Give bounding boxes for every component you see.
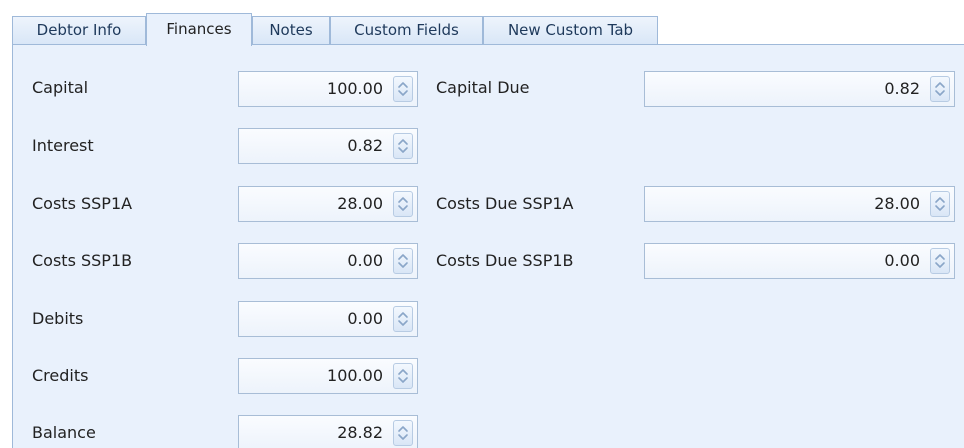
finances-window: Debtor Info Finances Notes Custom Fields… (0, 0, 964, 448)
spin-updown-icon (398, 82, 408, 96)
costs-due-ssp1a-field[interactable]: 28.00 (644, 186, 955, 222)
costs-ssp1a-spin-button[interactable] (393, 191, 413, 217)
costs-ssp1a-label: Costs SSP1A (32, 194, 133, 213)
costs-ssp1a-value: 28.00 (337, 194, 383, 213)
debits-value: 0.00 (347, 309, 383, 328)
credits-field[interactable]: 100.00 (238, 358, 418, 394)
balance-spin-button[interactable] (393, 420, 413, 446)
capital-spin-button[interactable] (393, 76, 413, 102)
capital-due-value: 0.82 (884, 79, 920, 98)
costs-due-ssp1b-spin-button[interactable] (930, 248, 950, 274)
costs-ssp1b-spin-button[interactable] (393, 248, 413, 274)
tab-strip: Debtor Info Finances Notes Custom Fields… (12, 13, 964, 46)
interest-spin-button[interactable] (393, 133, 413, 159)
capital-field[interactable]: 100.00 (238, 71, 418, 107)
debits-field[interactable]: 0.00 (238, 301, 418, 337)
tab-debtor-info[interactable]: Debtor Info (12, 16, 146, 45)
spin-updown-icon (398, 369, 408, 383)
balance-value: 28.82 (337, 423, 383, 442)
interest-field[interactable]: 0.82 (238, 128, 418, 164)
spin-updown-icon (398, 312, 408, 326)
costs-due-ssp1b-field[interactable]: 0.00 (644, 243, 955, 279)
costs-ssp1b-field[interactable]: 0.00 (238, 243, 418, 279)
costs-ssp1b-value: 0.00 (347, 251, 383, 270)
spin-updown-icon (935, 197, 945, 211)
credits-label: Credits (32, 366, 89, 385)
balance-field[interactable]: 28.82 (238, 415, 418, 448)
tab-new-custom-tab[interactable]: New Custom Tab (483, 16, 658, 45)
debits-spin-button[interactable] (393, 306, 413, 332)
costs-ssp1b-label: Costs SSP1B (32, 251, 133, 270)
spin-updown-icon (398, 254, 408, 268)
tab-finances[interactable]: Finances (146, 13, 252, 46)
costs-due-ssp1a-spin-button[interactable] (930, 191, 950, 217)
costs-due-ssp1b-label: Costs Due SSP1B (436, 251, 574, 270)
capital-due-field[interactable]: 0.82 (644, 71, 955, 107)
capital-value: 100.00 (327, 79, 383, 98)
tab-notes[interactable]: Notes (252, 16, 330, 45)
capital-due-label: Capital Due (436, 78, 530, 97)
spin-updown-icon (398, 426, 408, 440)
interest-value: 0.82 (347, 136, 383, 155)
debits-label: Debits (32, 309, 84, 328)
costs-due-ssp1a-value: 28.00 (874, 194, 920, 213)
credits-value: 100.00 (327, 366, 383, 385)
spin-updown-icon (935, 82, 945, 96)
spin-updown-icon (398, 197, 408, 211)
spin-updown-icon (935, 254, 945, 268)
costs-due-ssp1b-value: 0.00 (884, 251, 920, 270)
capital-label: Capital (32, 78, 89, 97)
credits-spin-button[interactable] (393, 363, 413, 389)
costs-ssp1a-field[interactable]: 28.00 (238, 186, 418, 222)
capital-due-spin-button[interactable] (930, 76, 950, 102)
balance-label: Balance (32, 423, 96, 442)
spin-updown-icon (398, 139, 408, 153)
costs-due-ssp1a-label: Costs Due SSP1A (436, 194, 574, 213)
tab-custom-fields[interactable]: Custom Fields (330, 16, 483, 45)
interest-label: Interest (32, 136, 94, 155)
